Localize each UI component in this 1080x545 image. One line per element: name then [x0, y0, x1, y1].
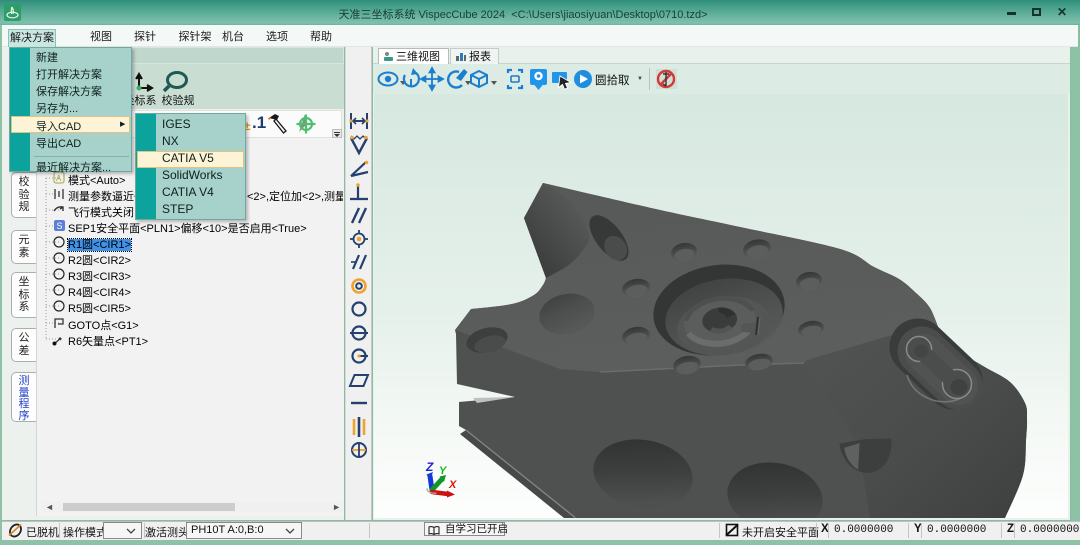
svg-text:S: S [57, 221, 63, 231]
svg-text:A: A [56, 174, 62, 183]
svg-text:X: X [448, 479, 457, 491]
svg-text:Z: Z [425, 460, 434, 474]
